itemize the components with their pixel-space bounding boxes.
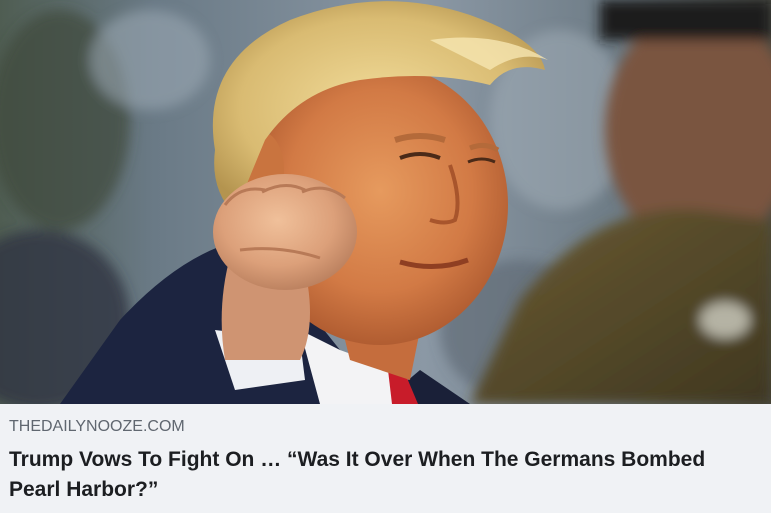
article-headline[interactable]: Trump Vows To Fight On … “Was It Over Wh…	[9, 445, 729, 505]
preview-image[interactable]	[0, 0, 771, 404]
preview-photo-illustration	[0, 0, 771, 404]
link-caption[interactable]: THEDAILYNOOZE.COM Trump Vows To Fight On…	[0, 404, 771, 513]
source-domain[interactable]: THEDAILYNOOZE.COM	[9, 418, 759, 436]
link-preview-card[interactable]: THEDAILYNOOZE.COM Trump Vows To Fight On…	[0, 0, 771, 513]
